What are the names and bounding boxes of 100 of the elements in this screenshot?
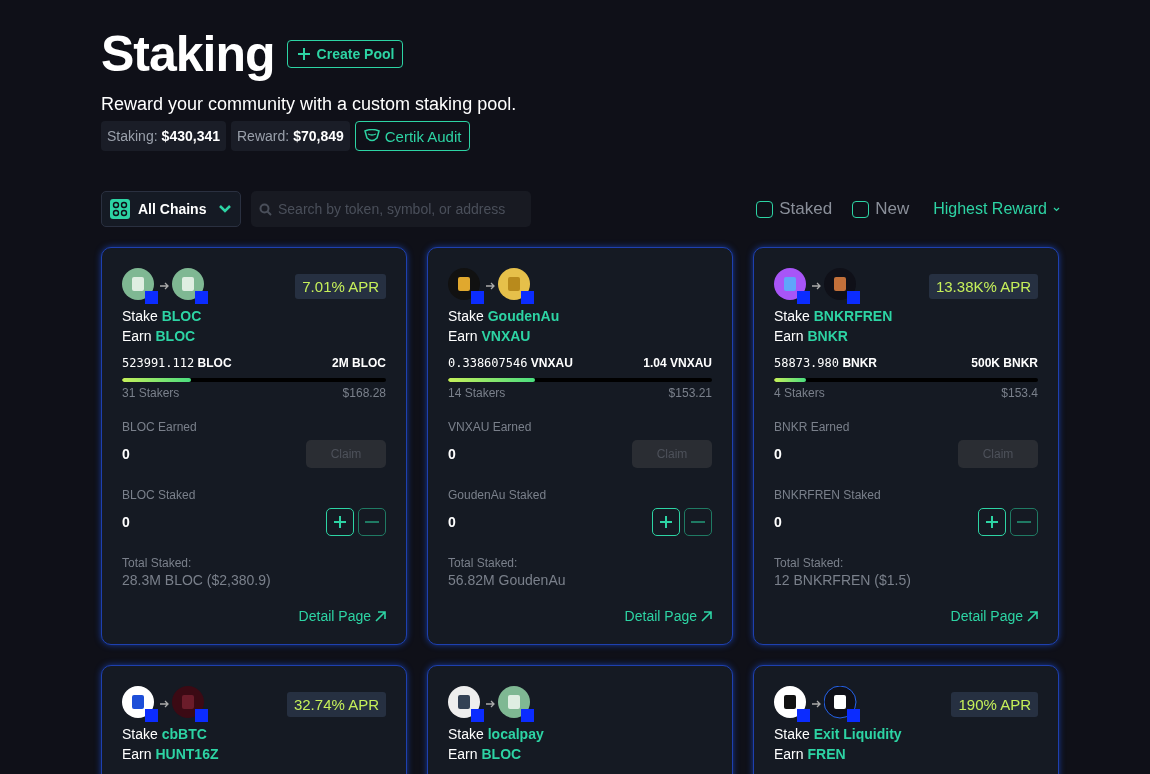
token-logo-icon xyxy=(448,268,484,304)
total-staked-value: 28.3M BLOC ($2,380.9) xyxy=(122,572,272,588)
chain-select[interactable]: All Chains xyxy=(101,191,241,227)
stake-token: localpay xyxy=(487,726,544,742)
token-logo-icon xyxy=(774,268,810,304)
detail-page-link[interactable]: Detail Page xyxy=(298,608,386,624)
page-title: Staking xyxy=(101,26,275,82)
earn-label: Earn xyxy=(448,746,478,762)
external-arrow-icon xyxy=(375,610,386,622)
pool-usd-value: $153.21 xyxy=(668,386,712,400)
arrow-right-icon xyxy=(160,700,170,708)
checkbox[interactable] xyxy=(756,200,774,218)
staked-unit: BNKR xyxy=(842,356,878,370)
token-logo-icon xyxy=(172,268,208,304)
earned-value: 0 xyxy=(774,446,782,462)
stake-label: Stake xyxy=(448,308,484,324)
total-staked-value: 12 BNKRFREN ($1.5) xyxy=(774,572,912,588)
search-icon xyxy=(259,203,272,216)
token-logo-icon xyxy=(498,686,534,722)
staked-unit: VNXAU xyxy=(530,356,573,370)
apr-badge: 13.38K% APR xyxy=(928,273,1038,299)
stakers-count: 14 Stakers xyxy=(448,386,506,400)
earn-label: Earn xyxy=(774,746,804,762)
staked-label: BLOC Staked xyxy=(122,488,197,502)
stake-label: Stake xyxy=(774,308,810,324)
staked-label: GoudenAu Staked xyxy=(448,488,548,502)
earned-label: BLOC Earned xyxy=(122,420,198,434)
token-logo-icon xyxy=(448,686,484,722)
stat-value: $70,849 xyxy=(293,128,344,144)
sort-dropdown[interactable]: Highest Reward xyxy=(933,200,1060,218)
token-logo-icon xyxy=(824,686,860,722)
stakers-count: 31 Stakers xyxy=(122,386,180,400)
plus-icon xyxy=(984,514,1000,530)
apr-badge: 7.01% APR xyxy=(295,273,386,299)
create-pool-button[interactable]: Create Pool xyxy=(286,40,404,68)
detail-page-link[interactable]: Detail Page xyxy=(950,608,1038,624)
pool-usd-value: $153.4 xyxy=(1001,386,1038,400)
earn-token: BNKR xyxy=(807,328,848,344)
staked-label: BNKRFREN Staked xyxy=(774,488,882,502)
earn-token: BLOC xyxy=(155,328,196,344)
stake-button[interactable] xyxy=(978,508,1006,536)
certik-audit-button[interactable]: Certik Audit xyxy=(354,121,471,151)
stat-label: Staking: xyxy=(107,128,158,144)
pool-cap: 2M BLOC xyxy=(332,356,386,370)
grid-icon xyxy=(110,199,130,219)
unstake-button[interactable] xyxy=(358,508,386,536)
stake-label: Stake xyxy=(122,726,158,742)
earn-label: Earn xyxy=(122,746,152,762)
external-arrow-icon xyxy=(1027,610,1038,622)
stake-label: Stake xyxy=(774,726,810,742)
pool-cap: 1.04 VNXAU xyxy=(643,356,712,370)
token-logo-icon xyxy=(122,686,158,722)
stat-label: Reward: xyxy=(237,128,290,144)
staked-amount: 58873.980 xyxy=(774,356,840,370)
search-field[interactable]: Search by token, symbol, or address xyxy=(251,191,531,227)
earn-label: Earn xyxy=(448,328,478,344)
checkbox-label: New xyxy=(875,199,910,219)
stake-button[interactable] xyxy=(652,508,680,536)
arrow-right-icon xyxy=(486,700,496,708)
checkbox-label: Staked xyxy=(779,199,833,219)
total-staked-label: Total Staked: xyxy=(122,556,193,570)
plus-icon xyxy=(332,514,348,530)
page-subtitle: Reward your community with a custom staking pool. xyxy=(101,94,518,115)
shield-icon xyxy=(363,129,380,143)
unstake-button[interactable] xyxy=(684,508,712,536)
checkbox[interactable] xyxy=(852,200,870,218)
staked-value: 0 xyxy=(774,514,782,530)
arrow-right-icon xyxy=(812,282,822,290)
unstake-button[interactable] xyxy=(1010,508,1038,536)
earned-value: 0 xyxy=(448,446,456,462)
earn-token: VNXAU xyxy=(481,328,531,344)
minus-icon xyxy=(1017,521,1031,523)
staked-value: 0 xyxy=(122,514,130,530)
total-staked-value: 56.82M GoudenAu xyxy=(448,572,567,588)
stake-button[interactable] xyxy=(326,508,354,536)
staked-value: 0 xyxy=(448,514,456,530)
stake-label: Stake xyxy=(448,726,484,742)
pool-usd-value: $168.28 xyxy=(342,386,386,400)
earn-label: Earn xyxy=(122,328,152,344)
staked-amount: 523991.112 xyxy=(122,356,195,370)
external-arrow-icon xyxy=(701,610,712,622)
apr-badge: 32.74% APR xyxy=(286,691,386,717)
earn-label: Earn xyxy=(774,328,804,344)
token-logo-icon xyxy=(172,686,208,722)
earn-token: FREN xyxy=(807,746,846,762)
plus-icon xyxy=(658,514,674,530)
staked-amount: 0.338607546 xyxy=(448,356,528,370)
stakers-count: 4 Stakers xyxy=(774,386,825,400)
token-logo-icon xyxy=(824,268,860,304)
earned-value: 0 xyxy=(122,446,130,462)
arrow-right-icon xyxy=(486,282,496,290)
total-staked-label: Total Staked: xyxy=(448,556,519,570)
stake-token: BLOC xyxy=(161,308,202,324)
chevron-down-icon xyxy=(218,204,232,214)
staked-unit: BLOC xyxy=(197,356,232,370)
token-logo-icon xyxy=(498,268,534,304)
plus-icon xyxy=(295,46,312,62)
detail-page-link[interactable]: Detail Page xyxy=(624,608,712,624)
stake-token: BNKRFREN xyxy=(813,308,893,324)
stake-token: cbBTC xyxy=(161,726,207,742)
